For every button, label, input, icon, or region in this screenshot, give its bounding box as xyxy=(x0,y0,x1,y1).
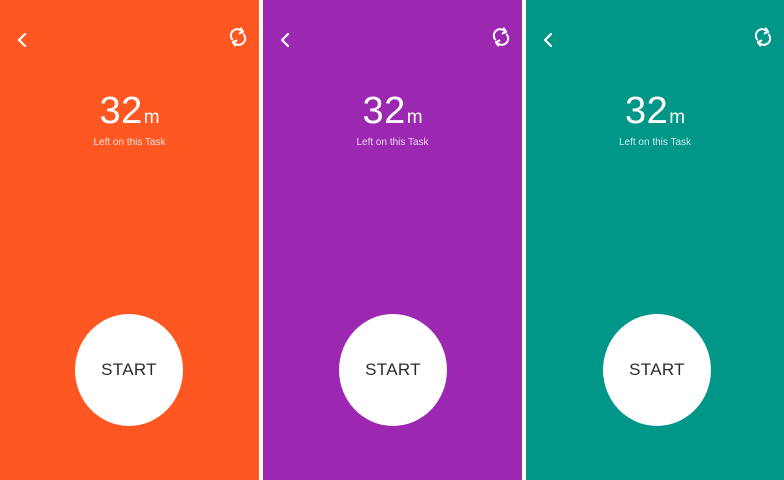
timer-screen-orange: 32m Left on this Task START xyxy=(0,0,259,480)
time-remaining-value: 32 xyxy=(362,90,406,132)
refresh-icon xyxy=(753,26,773,48)
time-remaining: 32m xyxy=(263,92,522,130)
chevron-left-icon xyxy=(541,32,555,48)
time-remaining: 32m xyxy=(0,92,259,130)
time-remaining-value: 32 xyxy=(624,90,669,132)
screen-variants: 32m Left on this Task START 32m Left on … xyxy=(0,0,784,480)
refresh-button[interactable] xyxy=(488,24,514,50)
time-remaining-value: 32 xyxy=(99,90,143,132)
refresh-button[interactable] xyxy=(750,24,776,50)
refresh-icon xyxy=(228,26,248,48)
timer-screen-purple: 32m Left on this Task START xyxy=(263,0,522,480)
start-button[interactable]: START xyxy=(75,314,183,426)
time-remaining: 32m xyxy=(526,92,784,130)
refresh-icon xyxy=(491,26,511,48)
refresh-button[interactable] xyxy=(225,24,251,50)
start-button[interactable]: START xyxy=(603,314,711,426)
back-button[interactable] xyxy=(536,28,560,52)
start-button[interactable]: START xyxy=(339,314,447,426)
back-button[interactable] xyxy=(273,28,297,52)
time-remaining-unit: m xyxy=(143,107,160,128)
timer-screen-teal: 32m Left on this Task START xyxy=(526,0,784,480)
chevron-left-icon xyxy=(278,32,292,48)
back-button[interactable] xyxy=(10,28,34,52)
time-remaining-caption: Left on this Task xyxy=(356,137,429,148)
time-remaining-unit: m xyxy=(406,107,423,128)
time-remaining-unit: m xyxy=(669,107,686,128)
time-remaining-caption: Left on this Task xyxy=(93,137,166,148)
chevron-left-icon xyxy=(15,32,29,48)
time-remaining-caption: Left on this Task xyxy=(618,137,692,148)
